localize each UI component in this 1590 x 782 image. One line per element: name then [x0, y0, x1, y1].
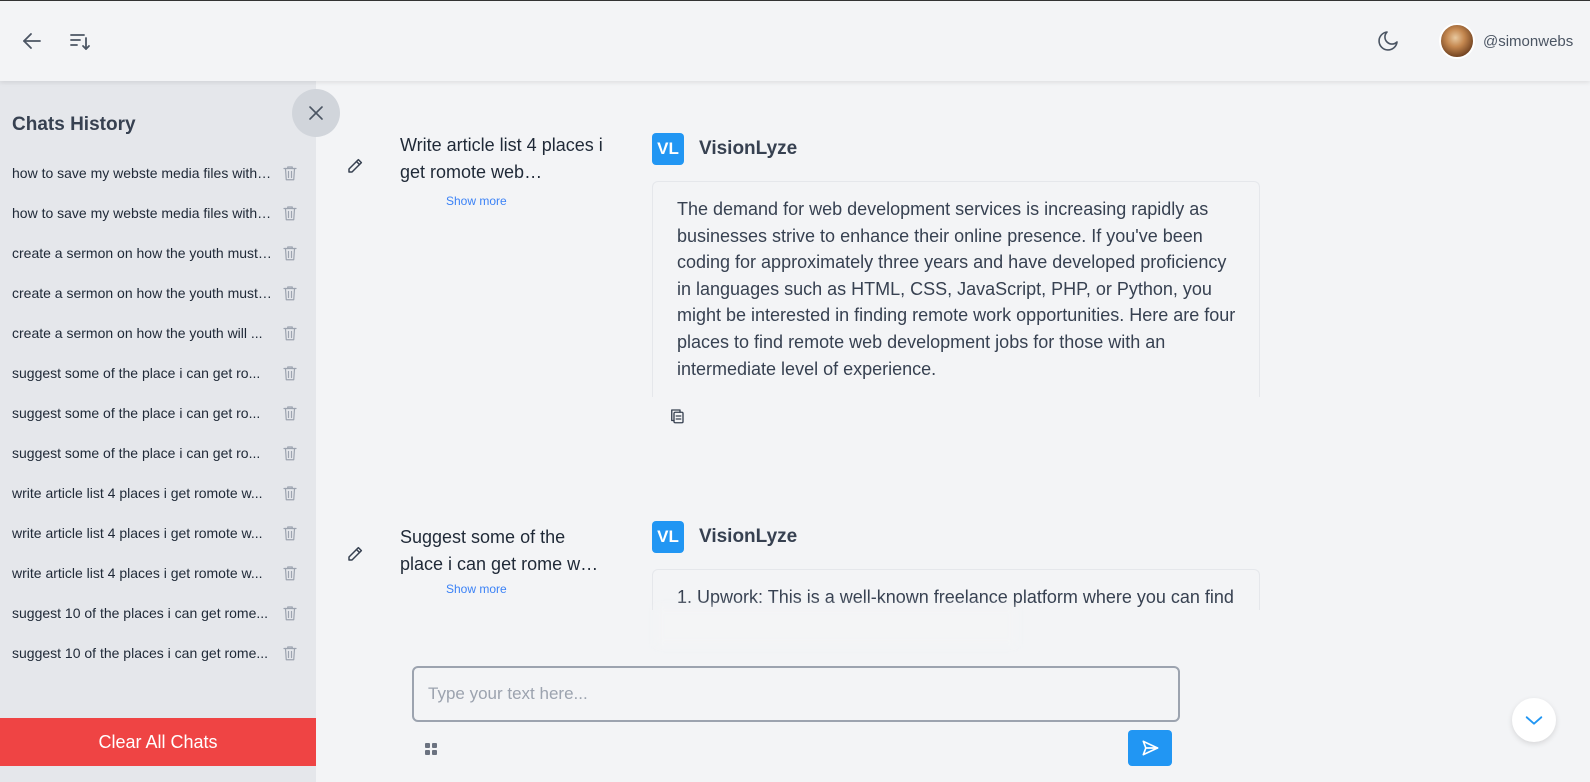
close-sidebar-button[interactable]: [292, 89, 340, 137]
back-button[interactable]: [18, 27, 46, 55]
chevron-down-icon: [1525, 716, 1543, 725]
history-item[interactable]: how to save my webste media files with .…: [0, 153, 316, 193]
history-item-label: create a sermon on how the youth must ..…: [12, 285, 272, 301]
history-item[interactable]: suggest 10 of the places i can get rome.…: [0, 633, 316, 673]
show-more-link[interactable]: Show more: [446, 194, 507, 208]
history-item[interactable]: suggest 10 of the places i can get rome.…: [0, 593, 316, 633]
scroll-to-bottom-button[interactable]: [1512, 698, 1556, 742]
show-more-link[interactable]: Show more: [446, 582, 507, 596]
history-item[interactable]: suggest some of the place i can get ro..…: [0, 353, 316, 393]
trash-icon[interactable]: [281, 604, 299, 622]
message-input[interactable]: [412, 666, 1180, 722]
copy-icon: [671, 409, 684, 424]
theme-toggle-button[interactable]: [1374, 27, 1402, 55]
history-item-label: suggest some of the place i can get ro..…: [12, 365, 261, 381]
sort-list-icon: [70, 34, 90, 50]
bot-name: VisionLyze: [699, 138, 798, 159]
history-item[interactable]: write article list 4 places i get romote…: [0, 473, 316, 513]
trash-icon[interactable]: [281, 364, 299, 382]
bot-answer: The demand for web development services …: [652, 181, 1260, 397]
composer: [412, 666, 1180, 766]
history-item[interactable]: write article list 4 places i get romote…: [0, 513, 316, 553]
history-item[interactable]: suggest some of the place i can get ro..…: [0, 433, 316, 473]
trash-icon[interactable]: [281, 644, 299, 662]
user-prompt: Write article list 4 places i get romote…: [400, 135, 603, 182]
bot-answer: 1. Upwork: This is a well-known freelanc…: [652, 569, 1260, 610]
bot-header: VL VisionLyze: [652, 521, 797, 553]
history-item-label: suggest 10 of the places i can get rome.…: [12, 605, 269, 621]
history-item-label: how to save my webste media files with .…: [12, 205, 272, 221]
clear-all-chats-button[interactable]: Clear All Chats: [0, 718, 316, 766]
back-arrow-icon: [23, 33, 41, 49]
chat-history-sidebar: Chats History how to save my webste medi…: [0, 81, 340, 782]
edit-prompt-button[interactable]: [346, 157, 364, 175]
pencil-icon: [348, 546, 363, 561]
history-item[interactable]: create a sermon on how the youth must ..…: [0, 233, 316, 273]
history-list: how to save my webste media files with .…: [0, 153, 316, 673]
history-item-label: create a sermon on how the youth will ..…: [12, 325, 263, 341]
trash-icon[interactable]: [281, 524, 299, 542]
trash-icon[interactable]: [281, 204, 299, 222]
user-prompt: Suggest some of the place i can get rome…: [400, 527, 599, 574]
trash-icon[interactable]: [281, 324, 299, 342]
top-bar: @simonwebs: [0, 0, 1590, 81]
grid-icon: [425, 743, 437, 755]
history-item-label: write article list 4 places i get romote…: [12, 485, 263, 501]
pencil-icon: [348, 158, 363, 173]
trash-icon[interactable]: [281, 164, 299, 182]
trash-icon[interactable]: [281, 404, 299, 422]
trash-icon[interactable]: [281, 284, 299, 302]
trash-icon[interactable]: [281, 484, 299, 502]
copy-button[interactable]: [668, 407, 686, 425]
history-item[interactable]: create a sermon on how the youth must ..…: [0, 273, 316, 313]
username: @simonwebs: [1483, 32, 1574, 50]
bot-avatar: VL: [652, 133, 684, 165]
scroll-fade: [656, 606, 1016, 646]
send-icon: [1142, 740, 1159, 756]
close-icon: [309, 106, 323, 120]
sidebar-title: Chats History: [12, 114, 136, 135]
history-item-label: suggest 10 of the places i can get rome.…: [12, 645, 269, 661]
history-item[interactable]: create a sermon on how the youth will ..…: [0, 313, 316, 353]
moon-icon: [1378, 31, 1398, 51]
apps-button[interactable]: [424, 742, 438, 756]
avatar[interactable]: [1439, 23, 1475, 59]
history-item-label: write article list 4 places i get romote…: [12, 565, 263, 581]
sort-button[interactable]: [66, 27, 94, 55]
history-item-label: create a sermon on how the youth must ..…: [12, 245, 272, 261]
user-profile[interactable]: @simonwebs: [1439, 23, 1573, 59]
history-item[interactable]: write article list 4 places i get romote…: [0, 553, 316, 593]
history-item-label: suggest some of the place i can get ro..…: [12, 405, 261, 421]
history-item-label: how to save my webste media files with .…: [12, 165, 272, 181]
history-item-label: suggest some of the place i can get ro..…: [12, 445, 261, 461]
bot-header: VL VisionLyze: [652, 133, 797, 165]
send-button[interactable]: [1128, 730, 1172, 766]
trash-icon[interactable]: [281, 444, 299, 462]
trash-icon[interactable]: [281, 564, 299, 582]
history-item-label: write article list 4 places i get romote…: [12, 525, 263, 541]
history-item[interactable]: how to save my webste media files with .…: [0, 193, 316, 233]
bot-avatar: VL: [652, 521, 684, 553]
trash-icon[interactable]: [281, 244, 299, 262]
edit-prompt-button[interactable]: [346, 545, 364, 563]
bot-name: VisionLyze: [699, 526, 798, 547]
history-item[interactable]: suggest some of the place i can get ro..…: [0, 393, 316, 433]
